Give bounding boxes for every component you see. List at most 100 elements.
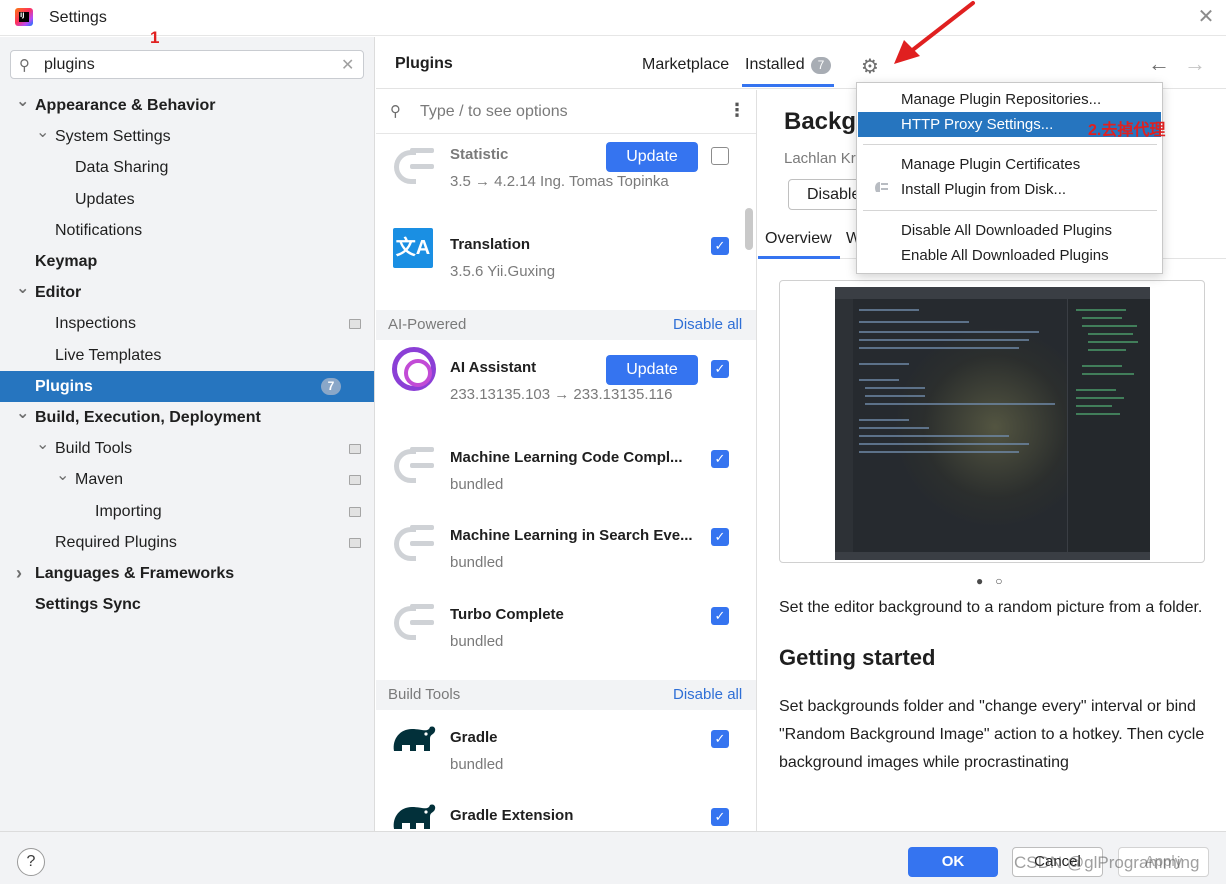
tree-item-plugins[interactable]: Plugins 7	[0, 370, 374, 402]
tree-item-build-execution-deployment[interactable]: ⌄ Build, Execution, Deployment	[0, 402, 374, 433]
close-icon[interactable]: ✕	[1196, 6, 1216, 28]
tab-overview[interactable]: Overview	[765, 230, 832, 248]
plugin-row[interactable]: Gradle bundled ✓	[376, 726, 756, 807]
more-options-icon[interactable]: ⋮	[728, 100, 746, 121]
annotation-arrow	[894, 1, 975, 64]
plugin-list: ⚲ Type / to see options ⋮ Statistic 3.5 …	[376, 90, 757, 831]
tree-item-label: Editor	[35, 284, 82, 302]
settings-search-input[interactable]: ⚲ plugins ✕	[10, 50, 364, 79]
tree-item-label: Updates	[75, 190, 135, 208]
plugin-meta: 3.5 → 4.2.14 Ing. Tomas Topinka	[450, 173, 669, 190]
getting-started-text: Set backgrounds folder and "change every…	[779, 698, 1205, 771]
plugin-row[interactable]: Machine Learning Code Compl... bundled ✓	[376, 447, 756, 527]
menu-item-disable-all-downloaded[interactable]: Disable All Downloaded Plugins	[858, 218, 1161, 243]
menu-item-manage-repositories[interactable]: Manage Plugin Repositories...	[858, 87, 1161, 112]
chevron-down-icon[interactable]: ⌄	[16, 86, 29, 117]
plugin-meta: 3.5.6 Yii.Guxing	[450, 263, 556, 280]
gradle-elephant-icon	[393, 804, 436, 829]
ok-button[interactable]: OK	[908, 847, 998, 877]
gear-icon[interactable]: ⚙	[861, 54, 879, 79]
plugin-enabled-checkbox[interactable]: ✓	[711, 730, 729, 748]
tree-item-label: Build, Execution, Deployment	[35, 409, 261, 426]
chevron-right-icon[interactable]: ›	[16, 558, 22, 589]
project-level-icon	[349, 475, 361, 486]
plugin-description: Set the editor background to a random pi…	[779, 599, 1203, 616]
tree-item-label: Required Plugins	[55, 533, 177, 551]
plugin-search-input[interactable]: ⚲ Type / to see options ⋮	[376, 90, 756, 134]
plugin-enabled-checkbox[interactable]: ✓	[711, 607, 729, 625]
plugin-icon	[390, 443, 436, 489]
tree-item-maven[interactable]: ⌄ Maven	[0, 464, 374, 495]
menu-separator	[863, 144, 1157, 145]
getting-started-heading: Getting started	[779, 645, 936, 670]
tree-item-appearance-behavior[interactable]: ⌄ Appearance & Behavior	[0, 90, 374, 121]
help-button[interactable]: ?	[17, 848, 45, 876]
plugin-row[interactable]: AI Assistant 233.13135.103 → 233.13135.1…	[376, 347, 756, 437]
plugin-detail-author[interactable]: Lachlan Kr	[784, 150, 856, 167]
ide-screenshot-image	[835, 287, 1150, 560]
tab-overview-underline	[758, 256, 840, 259]
tree-item-keymap[interactable]: Keymap	[0, 246, 374, 277]
tree-item-settings-sync[interactable]: Settings Sync	[0, 589, 374, 620]
section-header-ai-powered: AI-Powered Disable all	[376, 310, 756, 340]
plugin-name: Machine Learning Code Compl...	[450, 449, 683, 466]
plugin-row[interactable]: Machine Learning in Search Eve... bundle…	[376, 525, 756, 605]
plugin-name: Machine Learning in Search Eve...	[450, 527, 693, 544]
tree-item-live-templates[interactable]: Live Templates	[0, 340, 374, 371]
clear-search-icon[interactable]: ✕	[341, 55, 354, 75]
plugin-row[interactable]: 文A Translation 3.5.6 Yii.Guxing ✓	[376, 228, 756, 314]
tree-item-editor[interactable]: ⌄ Editor	[0, 277, 374, 308]
chevron-down-icon[interactable]: ⌄	[16, 398, 29, 429]
gradle-elephant-icon	[393, 726, 436, 751]
window-title: Settings	[49, 9, 107, 26]
menu-item-enable-all-downloaded[interactable]: Enable All Downloaded Plugins	[858, 243, 1161, 268]
installed-count-badge: 7	[811, 57, 831, 74]
tree-item-required-plugins[interactable]: Required Plugins	[0, 527, 374, 558]
plugin-enabled-checkbox[interactable]: ✓	[711, 450, 729, 468]
tree-item-label: Settings Sync	[35, 596, 141, 614]
update-button[interactable]: Update	[606, 355, 698, 385]
plugin-meta: bundled	[450, 756, 504, 773]
carousel-dots[interactable]: ●○	[976, 574, 1015, 588]
tree-item-data-sharing[interactable]: Data Sharing	[0, 152, 374, 183]
plugin-search-placeholder: Type / to see options	[420, 103, 568, 120]
tree-item-system-settings[interactable]: ⌄ System Settings	[0, 121, 374, 152]
translation-icon: 文A	[393, 228, 433, 268]
plugin-screenshot[interactable]	[779, 280, 1205, 563]
tree-item-inspections[interactable]: Inspections	[0, 308, 374, 339]
chevron-down-icon[interactable]: ⌄	[36, 117, 49, 148]
section-header-build-tools: Build Tools Disable all	[376, 680, 756, 710]
section-label: Build Tools	[388, 686, 461, 703]
chevron-down-icon[interactable]: ⌄	[16, 273, 29, 304]
forward-arrow-icon[interactable]: →	[1184, 51, 1206, 77]
plugin-enabled-checkbox[interactable]: ✓	[711, 808, 729, 826]
tree-item-updates[interactable]: Updates	[0, 184, 374, 215]
plugin-detail-title: Backgr	[784, 108, 866, 135]
plugin-row[interactable]: Gradle Extension ✓	[376, 804, 756, 831]
plugin-name: Translation	[450, 236, 531, 253]
disable-all-link[interactable]: Disable all	[673, 686, 742, 703]
plugin-enabled-checkbox[interactable]: ✓	[711, 237, 729, 255]
tree-item-notifications[interactable]: Notifications	[0, 215, 374, 246]
update-button[interactable]: Update	[606, 142, 698, 172]
plugin-enabled-checkbox[interactable]: ✓	[711, 360, 729, 378]
tab-marketplace[interactable]: Marketplace	[642, 56, 729, 74]
plugin-enabled-checkbox[interactable]	[711, 147, 729, 165]
back-arrow-icon[interactable]: ←	[1148, 51, 1170, 77]
chevron-down-icon[interactable]: ⌄	[56, 460, 69, 491]
tree-item-languages-frameworks[interactable]: › Languages & Frameworks	[0, 558, 374, 589]
plugin-enabled-checkbox[interactable]: ✓	[711, 528, 729, 546]
intellij-logo-icon: IJ	[15, 8, 33, 26]
plugin-row[interactable]: Turbo Complete bundled ✓	[376, 604, 756, 684]
plugin-row[interactable]: Statistic 3.5 → 4.2.14 Ing. Tomas Topink…	[376, 142, 756, 224]
menu-separator	[863, 210, 1157, 211]
tab-installed[interactable]: Installed	[745, 56, 805, 74]
menu-item-install-from-disk[interactable]: Install Plugin from Disk...	[858, 177, 1161, 202]
chevron-down-icon[interactable]: ⌄	[36, 429, 49, 460]
menu-item-manage-certificates[interactable]: Manage Plugin Certificates	[858, 152, 1161, 177]
tree-item-importing[interactable]: Importing	[0, 496, 374, 527]
disable-all-link[interactable]: Disable all	[673, 316, 742, 333]
ai-assistant-icon	[392, 347, 436, 391]
tree-item-label: Languages & Frameworks	[35, 565, 235, 582]
search-icon: ⚲	[390, 103, 401, 120]
